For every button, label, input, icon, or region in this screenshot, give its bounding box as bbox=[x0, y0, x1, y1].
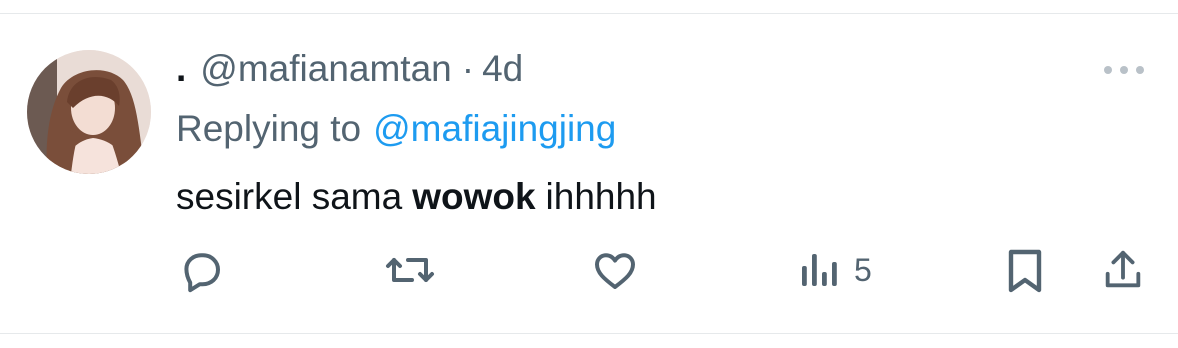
tweet-text-bold: wowok bbox=[412, 176, 536, 217]
retweet-button[interactable] bbox=[384, 240, 436, 300]
share-button[interactable] bbox=[1100, 240, 1146, 300]
tweet-header: . @mafianamtan · 4d bbox=[176, 44, 523, 94]
top-divider bbox=[0, 13, 1178, 14]
reply-button[interactable] bbox=[178, 240, 226, 300]
like-button[interactable] bbox=[590, 240, 640, 300]
reply-icon bbox=[184, 253, 220, 293]
views-button[interactable]: 5 bbox=[800, 240, 872, 300]
views-count: 5 bbox=[854, 251, 872, 288]
avatar-image bbox=[27, 50, 151, 174]
more-icon bbox=[1104, 66, 1112, 74]
more-options-button[interactable] bbox=[1100, 60, 1148, 80]
bottom-divider bbox=[0, 333, 1178, 334]
replying-to-line: Replying to @mafiajingjing bbox=[176, 104, 616, 154]
more-icon-dot bbox=[1136, 66, 1144, 74]
tweet-text: sesirkel sama wowok ihhhhh bbox=[176, 171, 657, 223]
analytics-icon bbox=[802, 254, 837, 286]
timestamp[interactable]: 4d bbox=[482, 48, 523, 90]
separator-dot: · bbox=[461, 48, 475, 89]
more-icon-dot bbox=[1120, 66, 1128, 74]
bookmark-button[interactable] bbox=[1004, 240, 1046, 300]
retweet-icon bbox=[386, 258, 434, 282]
bookmark-icon bbox=[1008, 249, 1042, 293]
share-icon bbox=[1105, 250, 1141, 288]
tweet-text-end: ihhhhh bbox=[545, 176, 657, 217]
avatar[interactable] bbox=[27, 50, 151, 174]
user-handle[interactable]: @mafianamtan bbox=[200, 48, 451, 90]
tweet-text-start: sesirkel sama bbox=[176, 176, 403, 217]
heart-icon bbox=[595, 253, 635, 289]
replying-to-mention[interactable]: @mafiajingjing bbox=[373, 108, 616, 150]
replying-to-prefix: Replying to bbox=[176, 108, 362, 149]
display-name[interactable]: . bbox=[176, 48, 186, 90]
